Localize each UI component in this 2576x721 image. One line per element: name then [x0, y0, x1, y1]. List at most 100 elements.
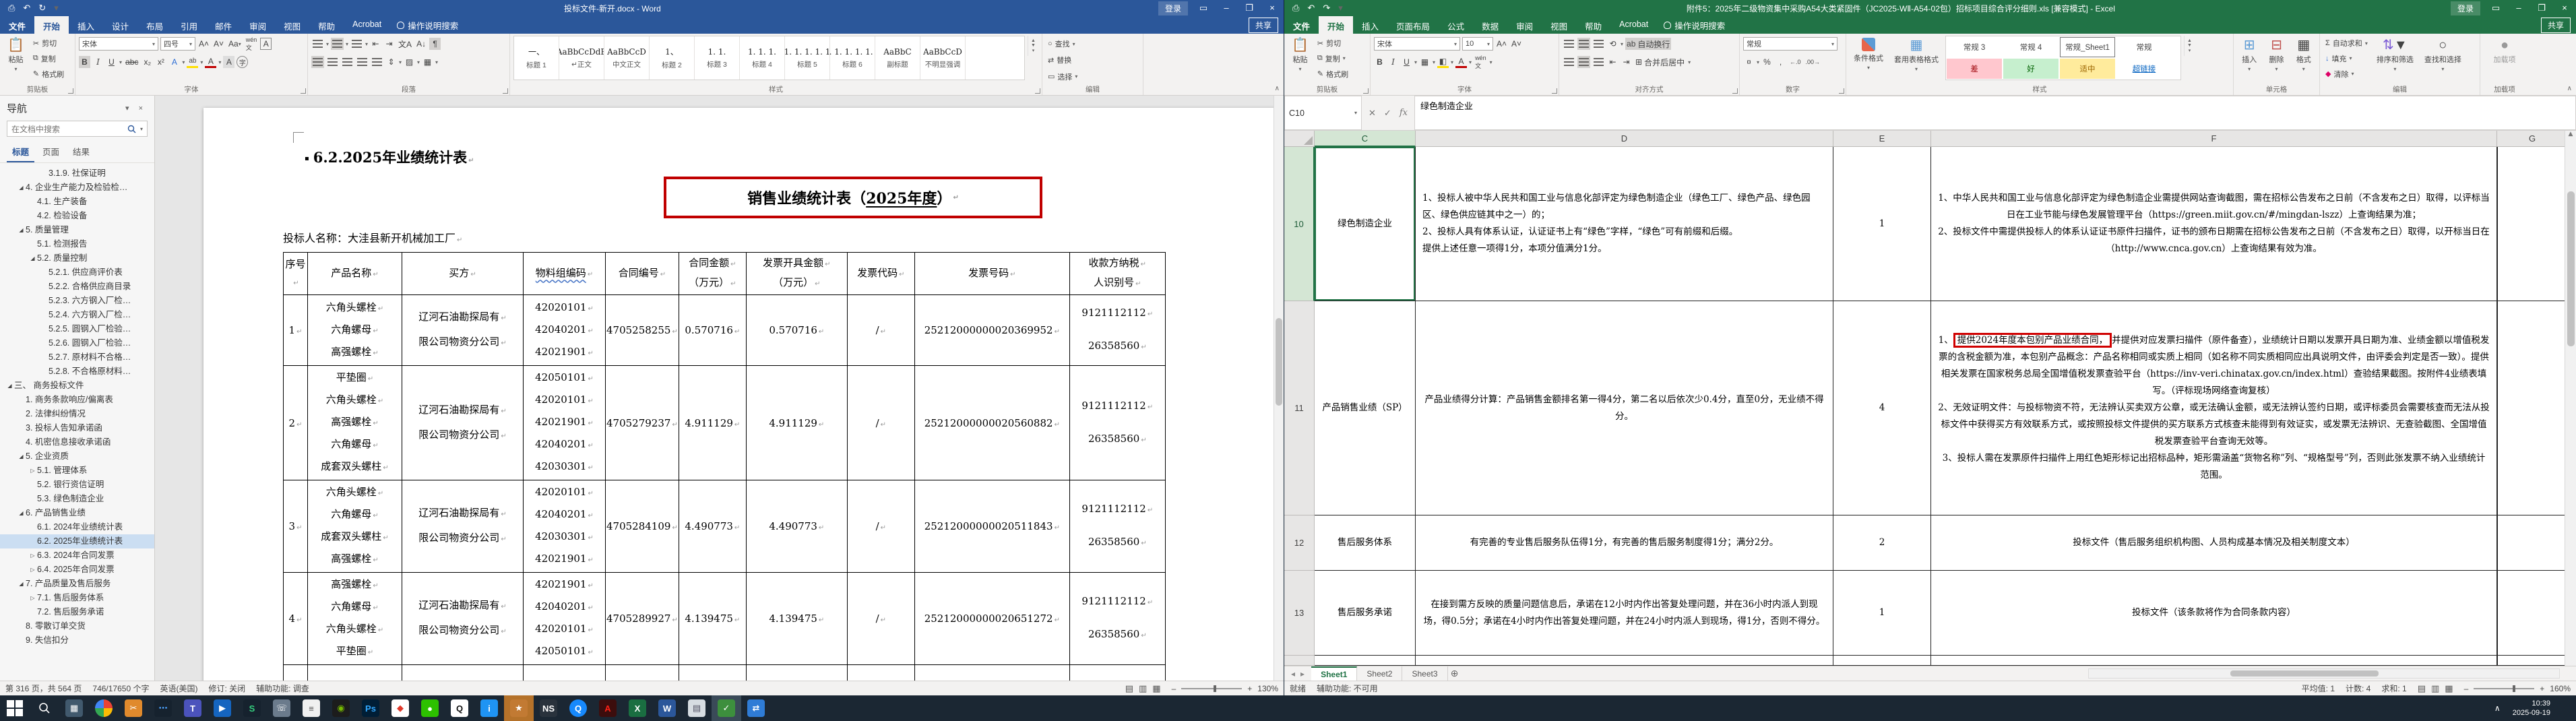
cell-E[interactable]: [1833, 656, 1931, 666]
nav-item[interactable]: ▷ 6.4. 2025年合同发票: [0, 563, 154, 577]
nav-tab-标题[interactable]: 标题: [7, 142, 35, 162]
nav-tab-结果[interactable]: 结果: [67, 142, 95, 162]
cell-seq[interactable]: 3 ↵: [283, 480, 308, 573]
bold-icon[interactable]: B: [79, 56, 90, 68]
excel-signin-button[interactable]: 登录: [2450, 1, 2480, 15]
cancel-entry-icon[interactable]: ✕: [1369, 108, 1376, 119]
show-marks-icon[interactable]: ¶: [429, 38, 441, 50]
search-icon[interactable]: [30, 695, 59, 721]
ribbon-display-icon[interactable]: ▭: [1192, 0, 1215, 16]
number-format-combo[interactable]: 常规 ▾: [1743, 37, 1837, 51]
restore-button[interactable]: ❐: [1238, 0, 1261, 16]
qat-customize-icon[interactable]: ▾: [54, 3, 59, 13]
formula-input[interactable]: 绿色制造企业: [1414, 96, 2576, 130]
collapse-icon[interactable]: ◢: [5, 379, 14, 393]
underline-icon[interactable]: U: [106, 56, 117, 68]
conditional-formatting-button[interactable]: 条件格式 ▾: [1850, 36, 1887, 73]
document-search-input[interactable]: 在文档中搜索 ▾: [7, 121, 148, 137]
style-标题 4[interactable]: 1. 1. 1. 标题 4: [740, 36, 785, 80]
nav-item[interactable]: ◢ 6. 产品销售业绩: [0, 506, 154, 520]
cell-seq[interactable]: 2 ↵: [283, 365, 308, 480]
enclose-characters-icon[interactable]: 字: [237, 56, 249, 68]
nav-item[interactable]: 3.1.9. 社保证明: [0, 166, 154, 181]
cell-buyer[interactable]: 辽河石油勘探局有↵限公司物资分公司↵: [402, 664, 524, 681]
cell-products[interactable]: 高强螺栓 ↵ 六角螺母 ↵ 六角头螺栓 ↵ 平垫圈 ↵: [307, 572, 402, 665]
insert-cells-button[interactable]: ⊞ 插入 ▾: [2238, 36, 2261, 74]
nav-item[interactable]: 8. 零散订单交货: [0, 619, 154, 633]
nav-item[interactable]: 5.2.8. 不合格原材料…: [0, 365, 154, 379]
nav-pane-options-icon[interactable]: ▾: [121, 104, 134, 113]
nav-item[interactable]: ◢ 5.2. 质量控制: [0, 251, 154, 265]
increase-decimal-icon[interactable]: ←.0: [1788, 56, 1802, 68]
shrink-font-icon[interactable]: A˅: [1510, 38, 1523, 50]
nav-item[interactable]: ▷ 6.3. 2024年合同发票: [0, 548, 154, 563]
increase-indent-icon[interactable]: ⇥: [383, 38, 395, 50]
cell-contract-amount[interactable]: 0.639063↵: [678, 664, 747, 681]
nav-item[interactable]: 5.2.7. 原材料不合格…: [0, 350, 154, 365]
column-header-G[interactable]: G: [2497, 131, 2568, 147]
cell-buyer[interactable]: 辽河石油勘探局有↵限公司物资分公司↵: [402, 572, 524, 665]
zoom-in-icon[interactable]: +: [1247, 684, 1252, 693]
nav-item[interactable]: 1. 商务条款响应/偏离表: [0, 393, 154, 407]
row-header-13[interactable]: 13: [1284, 571, 1315, 656]
cell-C12[interactable]: 售后服务体系: [1315, 515, 1416, 571]
nav-item[interactable]: 5.2.6. 圆钢入厂检验…: [0, 336, 154, 350]
tab-文件[interactable]: 文件: [0, 16, 34, 34]
paste-button[interactable]: 📋 粘贴 ▾: [3, 36, 28, 74]
cell-E13[interactable]: 1: [1833, 571, 1931, 656]
cell-invoice-no[interactable]: 25212000000020560882 ↵: [914, 365, 1070, 480]
tab-数据[interactable]: 数据: [1473, 16, 1507, 34]
word-page[interactable]: ▪ 6.2.2025年业绩统计表 ↵ 销售业绩统计表（ 2025年度） ↵ 投标人名称：…: [203, 108, 1274, 681]
cell-material-codes[interactable]: 42050101 ↵ 42020101 ↵ 42021901 ↵ 42040201 ↵ 4203…: [523, 365, 606, 480]
cell-contract-no[interactable]: 4705258255 ↵: [605, 294, 679, 366]
sheet-tab-Sheet1[interactable]: Sheet1: [1311, 666, 1358, 681]
word-tell-me-search[interactable]: 操作说明搜索: [390, 16, 465, 34]
cell-material-codes[interactable]: 42021901↵42040201↵: [523, 664, 606, 681]
tab-设计[interactable]: 设计: [103, 16, 137, 34]
close-button[interactable]: ×: [2553, 0, 2576, 16]
cell-tax-id[interactable]: 9121112112↵26358560↵: [1069, 572, 1166, 665]
nav-pane-close-icon[interactable]: ×: [134, 104, 148, 113]
minimize-button[interactable]: –: [2507, 0, 2530, 16]
cell-D[interactable]: [1416, 656, 1833, 666]
clear-button[interactable]: ◆ 清除 ▾: [2323, 68, 2370, 80]
fill-color-icon[interactable]: ◧: [1437, 56, 1449, 68]
cell-F12[interactable]: 投标文件（售后服务组织机构图、人员构成基本情况及相关制度文本）: [1931, 515, 2497, 571]
tab-页面布局[interactable]: 页面布局: [1387, 16, 1439, 34]
font-color-icon[interactable]: A: [205, 56, 217, 68]
superscript-icon[interactable]: x²: [155, 56, 166, 68]
cell-buyer[interactable]: 辽河石油勘探局有↵限公司物资分公司↵: [402, 480, 524, 573]
italic-icon[interactable]: I: [1387, 56, 1399, 68]
cell-contract-no[interactable]: 4705284109 ↵: [605, 480, 679, 573]
cell-tax-id[interactable]: 9121112112↵26358560↵: [1069, 294, 1166, 366]
number-dialog-launcher[interactable]: [1839, 88, 1844, 94]
redo-icon[interactable]: ↻: [38, 3, 46, 13]
quark-browser-app-icon[interactable]: Q: [563, 695, 593, 721]
select-button[interactable]: ▭ 选择 ▾: [1046, 71, 1139, 83]
nav-item[interactable]: 4.2. 检验设备: [0, 209, 154, 223]
active-app-icon[interactable]: ★: [504, 695, 534, 721]
zoom-out-icon[interactable]: –: [2464, 684, 2469, 693]
cell-G[interactable]: [2497, 656, 2568, 666]
tab-文件[interactable]: 文件: [1284, 16, 1319, 34]
delete-cells-button[interactable]: ⊟ 删除 ▾: [2265, 36, 2288, 74]
word-vertical-scrollbar[interactable]: [1274, 96, 1284, 681]
minimize-button[interactable]: –: [1215, 0, 1238, 16]
font-size-combo[interactable]: 四号 ▾: [160, 37, 195, 51]
style-gallery-scroll[interactable]: ▲ ▼ ▾: [1028, 36, 1038, 56]
nav-item[interactable]: ◢ 7. 产品质量及售后服务: [0, 577, 154, 591]
photoshop-app-icon[interactable]: Ps: [356, 695, 385, 721]
merge-center-button[interactable]: ⊞ 合并后居中: [1634, 56, 1686, 68]
tab-邮件[interactable]: 邮件: [206, 16, 241, 34]
tab-Acrobat[interactable]: Acrobat: [344, 16, 390, 34]
cell-invoice-amount[interactable]: 4.490773 ↵: [745, 480, 848, 573]
cell-invoice-code[interactable]: /↵: [846, 572, 915, 665]
ns-app-icon[interactable]: NS: [534, 695, 563, 721]
format-painter-button[interactable]: ✎ 格式刷: [31, 68, 66, 80]
cell-G12[interactable]: [2497, 515, 2568, 571]
cell-E11[interactable]: 4: [1833, 301, 1931, 515]
app-icon-diamond[interactable]: ◆: [385, 695, 415, 721]
cut-button[interactable]: ✂ 剪切: [1315, 37, 1350, 49]
chrome-browser-icon[interactable]: [89, 695, 119, 721]
nav-item[interactable]: 5.2.1. 供应商评价表: [0, 265, 154, 280]
